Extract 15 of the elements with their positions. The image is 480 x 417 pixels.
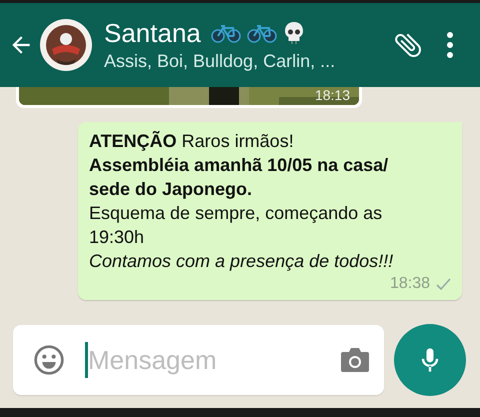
emoji-icon[interactable] xyxy=(33,344,65,376)
message-time: 18:13 xyxy=(314,87,350,104)
input-placeholder: Mensagem xyxy=(88,344,218,376)
more-options-icon[interactable] xyxy=(446,31,454,59)
image-message[interactable]: 18:13 xyxy=(16,87,362,108)
chat-title[interactable]: Santana xyxy=(104,17,201,49)
bicycle-icon xyxy=(210,23,241,43)
group-avatar[interactable] xyxy=(40,19,92,71)
message-time: 18:38 xyxy=(390,274,430,294)
skull-icon xyxy=(282,21,305,45)
member-list[interactable]: Assis, Boi, Bulldog, Carlin, ... xyxy=(104,49,384,73)
bicycle-icon xyxy=(246,23,277,43)
camera-icon[interactable] xyxy=(340,347,370,373)
message-text: ATENÇÃO Raros irmãos! Assembléia amanhã 10/05 na casa/ sede do Japonego. Esquema de sempre, começando as 19:30h Contamos com a presença de todos!!! xyxy=(89,130,394,273)
check-icon xyxy=(434,276,452,292)
